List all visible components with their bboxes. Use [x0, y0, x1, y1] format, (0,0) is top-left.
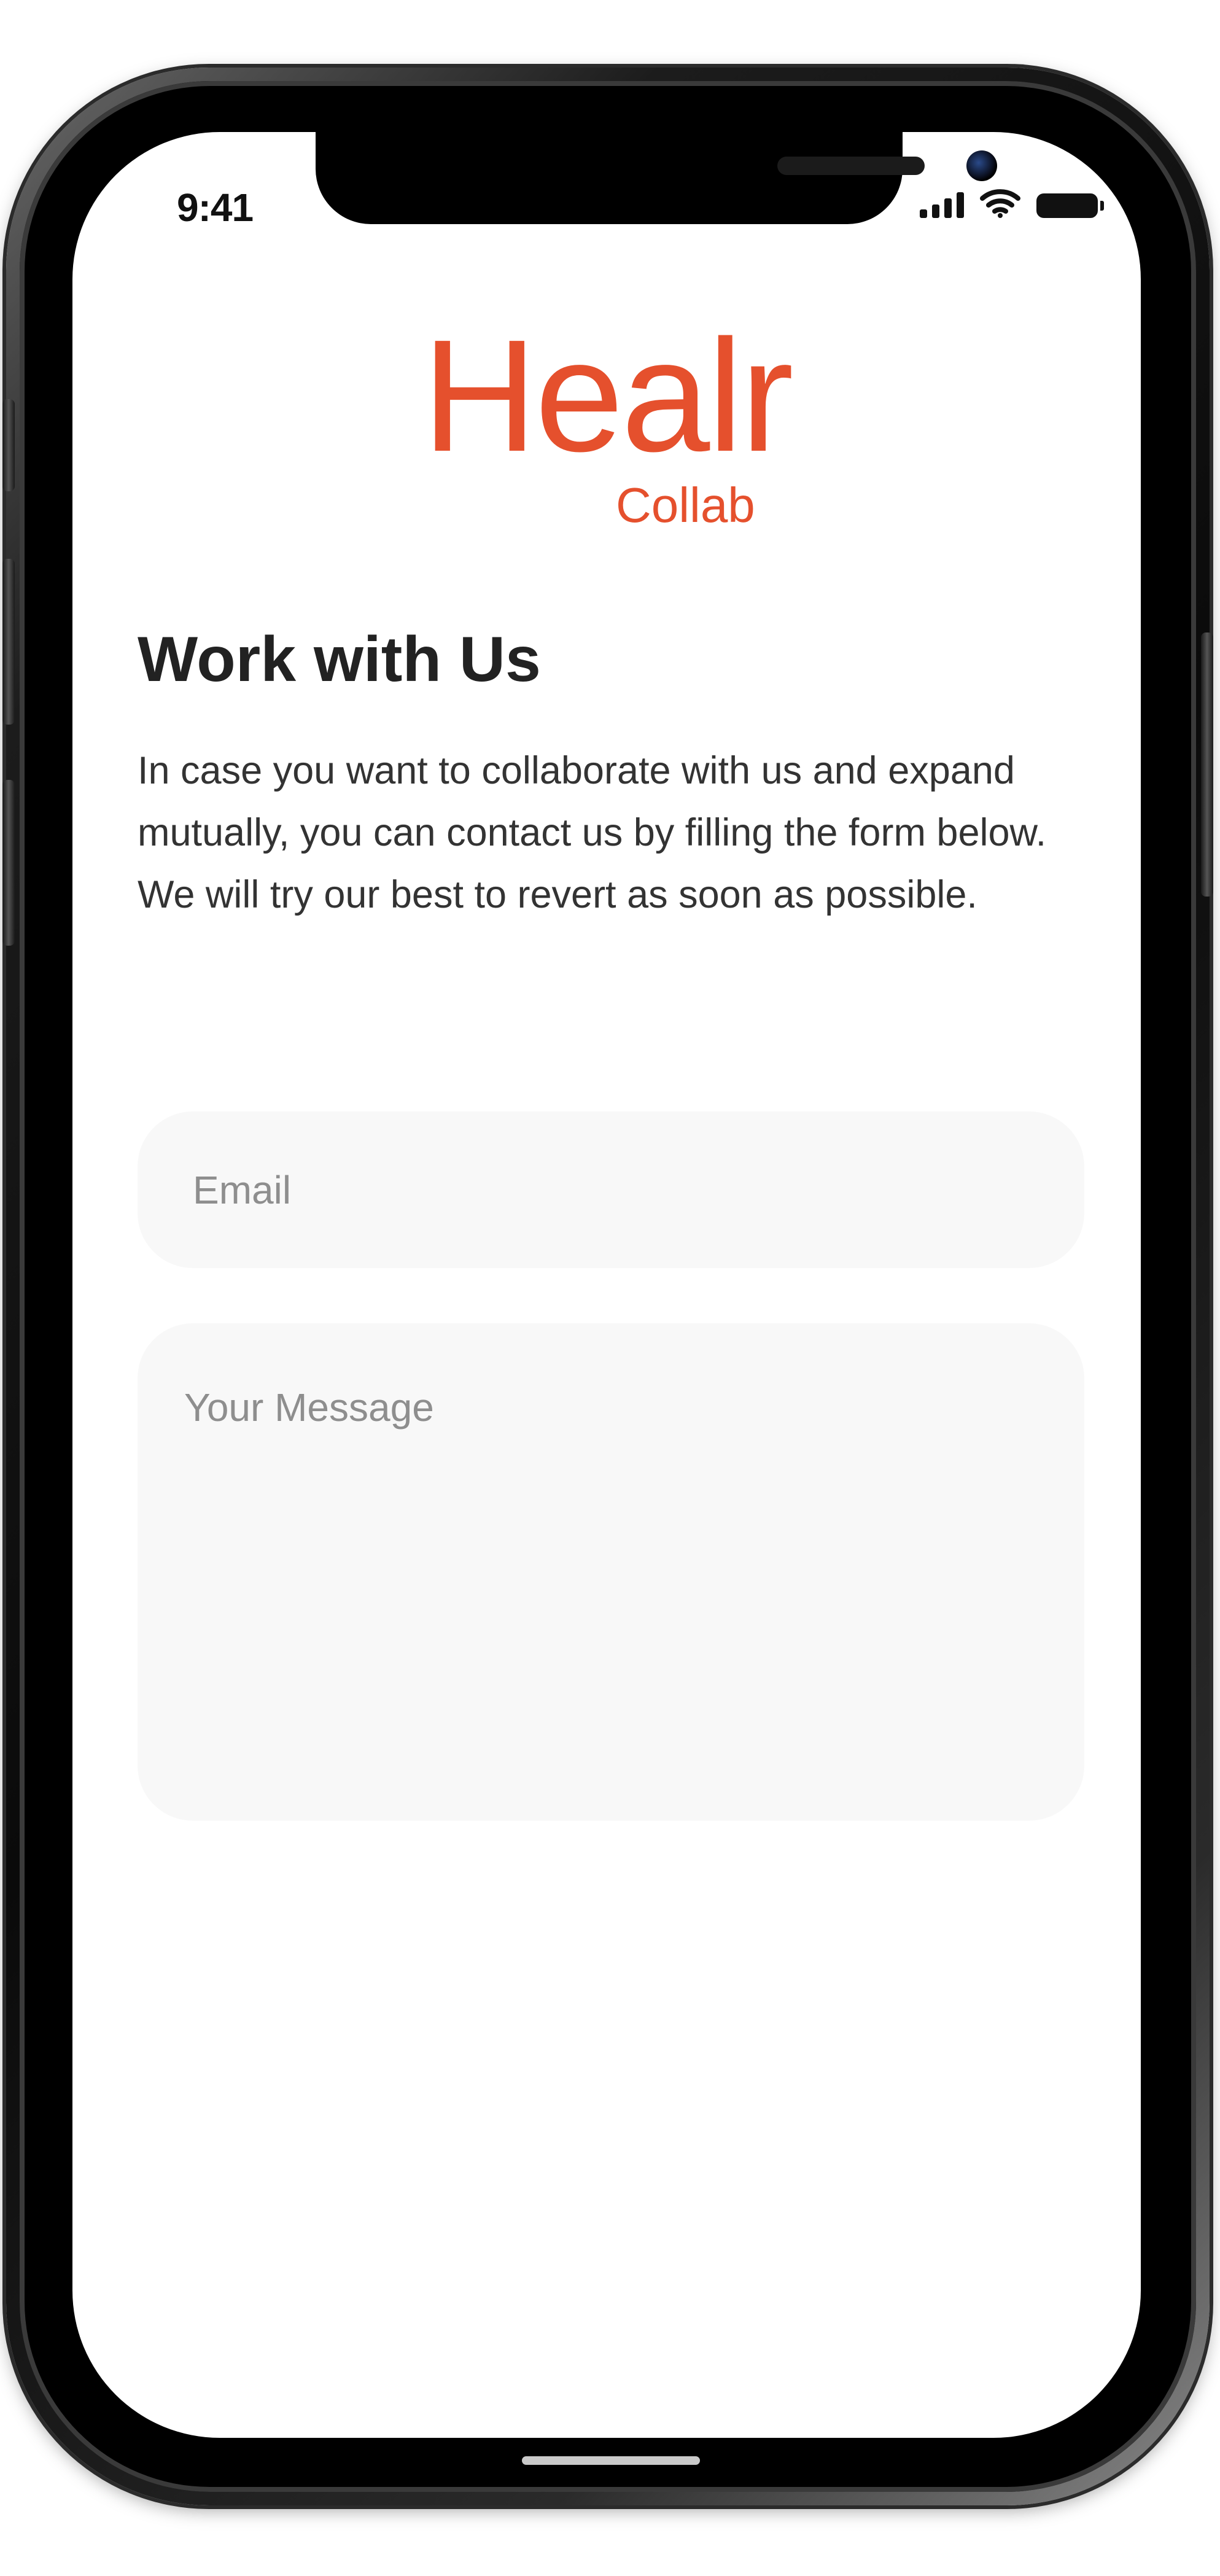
- home-indicator: [522, 2456, 700, 2465]
- email-field[interactable]: [138, 1111, 1084, 1268]
- front-camera: [966, 150, 997, 181]
- silent-switch: [2, 399, 15, 491]
- earpiece-speaker: [777, 157, 925, 175]
- brand-logo: Healr Collab: [72, 307, 1141, 532]
- wifi-icon: [980, 189, 1020, 218]
- message-field[interactable]: [138, 1323, 1084, 1821]
- power-button: [1201, 632, 1213, 897]
- status-icons: [920, 189, 1104, 218]
- volume-down-button: [2, 780, 15, 946]
- app-screen: 9:41 Healr Collab Work with Us In case y…: [72, 132, 1141, 2438]
- signal-icon: [920, 191, 964, 218]
- brand-name: Healr: [422, 307, 793, 485]
- brand-subtitle: Collab: [616, 478, 755, 532]
- notch: [316, 132, 997, 224]
- description-line: In case you want to collaborate with us …: [138, 749, 1047, 854]
- battery-icon: [1036, 193, 1104, 218]
- volume-up-button: [2, 559, 15, 725]
- page-description: In case you want to collaborate with us …: [138, 740, 1095, 926]
- status-time: 9:41: [177, 185, 254, 230]
- description-line: We will try our best to revert as soon a…: [138, 873, 977, 916]
- page-title: Work with Us: [138, 624, 541, 695]
